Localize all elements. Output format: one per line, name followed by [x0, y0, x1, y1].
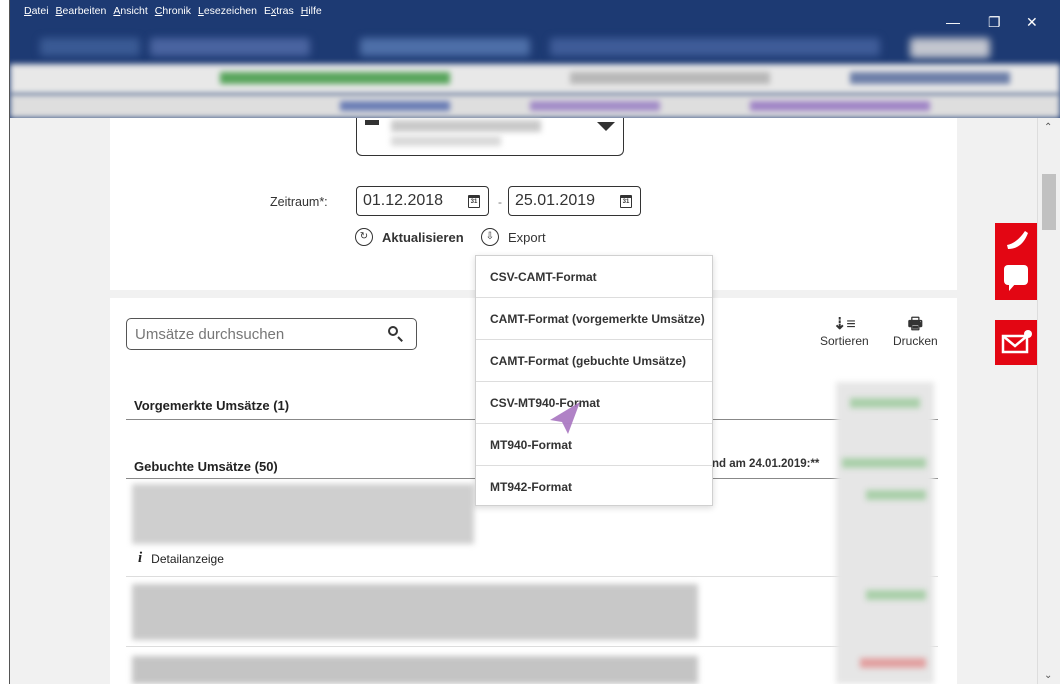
sort-label: Sortieren: [820, 334, 869, 348]
balance-date-text: nd am 24.01.2019:**: [712, 458, 820, 470]
menu-ansicht[interactable]: Ansicht: [113, 5, 147, 17]
amount-redacted: [866, 590, 926, 600]
sort-icon: ⇣≡: [832, 316, 856, 333]
amount-redacted: [860, 658, 926, 668]
account-select[interactable]: [356, 118, 624, 156]
from-date-field[interactable]: 01.12.2018 31: [356, 186, 489, 216]
tab-blur: [360, 38, 530, 56]
menu-item-mt942[interactable]: MT942-Format: [476, 466, 712, 508]
chevron-down-icon: [597, 122, 615, 131]
menu-chronik[interactable]: Chronik: [155, 5, 191, 17]
menu-item-csv-mt940[interactable]: CSV-MT940-Format: [476, 382, 712, 424]
calendar-icon[interactable]: 31: [620, 194, 632, 208]
tab-blur: [910, 38, 990, 58]
tab-blur: [550, 38, 880, 56]
menu-item-camt-pending[interactable]: CAMT-Format (vorgemerkte Umsätze): [476, 298, 712, 340]
search-icon[interactable]: [386, 324, 406, 344]
address-bar[interactable]: [10, 64, 1060, 94]
amount-redacted: [842, 458, 926, 468]
menu-datei[interactable]: Datei: [24, 5, 49, 17]
detail-link[interactable]: i Detailanzeige: [138, 550, 224, 567]
mail-icon: [1001, 330, 1032, 354]
divider: [126, 576, 938, 577]
account-number-redacted: [391, 136, 501, 146]
tab-blur: [150, 38, 310, 56]
print-button[interactable]: 🖶 Drucken: [893, 316, 938, 348]
transaction-redacted: [132, 484, 474, 544]
amounts-column-redacted: [836, 382, 934, 684]
pending-section-title: Vorgemerkte Umsätze (1): [134, 398, 290, 413]
info-icon: i: [138, 550, 143, 566]
minimize-button[interactable]: —: [946, 14, 960, 30]
tab-blur: [40, 38, 140, 56]
transaction-redacted: [132, 584, 698, 640]
to-date-field[interactable]: 25.01.2019 31: [508, 186, 641, 216]
menu-bearbeiten[interactable]: Bearbeiten: [56, 5, 107, 17]
contact-button[interactable]: [995, 223, 1037, 300]
menu-item-camt-booked[interactable]: CAMT-Format (gebuchte Umsätze): [476, 340, 712, 382]
transaction-redacted: [132, 656, 698, 684]
search-field[interactable]: [126, 318, 417, 350]
mouse-pointer-icon: [550, 402, 580, 434]
scroll-down-icon[interactable]: ⌄: [1044, 670, 1052, 681]
scroll-thumb[interactable]: [1042, 174, 1056, 230]
calendar-icon[interactable]: 31: [468, 194, 480, 208]
mail-button[interactable]: [995, 320, 1037, 365]
menu-item-mt940[interactable]: MT940-Format: [476, 424, 712, 466]
search-input[interactable]: [133, 324, 386, 344]
menu-lesezeichen[interactable]: Lesezeichen: [198, 5, 257, 17]
date-separator: -: [498, 195, 502, 209]
page-scrollbar[interactable]: ⌃ ⌄: [1037, 118, 1060, 684]
amount-redacted: [866, 490, 926, 500]
to-date-value: 25.01.2019: [515, 192, 596, 209]
bookmarks-bar: [10, 94, 1060, 118]
phone-icon: [1004, 231, 1028, 291]
export-label: Export: [508, 229, 546, 245]
browser-chrome: Datei Bearbeiten Ansicht Chronik Lesezei…: [10, 0, 1060, 118]
print-label: Drucken: [893, 334, 938, 348]
restore-button[interactable]: ❐: [988, 14, 1001, 31]
menu-extras[interactable]: Extras: [264, 5, 294, 17]
scroll-up-icon[interactable]: ⌃: [1044, 122, 1052, 133]
zeitraum-label: Zeitraum*:: [270, 195, 328, 209]
export-format-menu: CSV-CAMT-Format CAMT-Format (vorgemerkte…: [475, 255, 713, 506]
refresh-link[interactable]: ↻ Aktualisieren: [355, 228, 464, 246]
from-date-value: 01.12.2018: [363, 192, 444, 209]
export-link[interactable]: ⇩ Export: [481, 228, 546, 246]
menu-item-csv-camt[interactable]: CSV-CAMT-Format: [476, 256, 712, 298]
menu-hilfe[interactable]: Hilfe: [301, 5, 322, 17]
printer-icon: 🖶: [907, 316, 923, 333]
amount-redacted: [850, 398, 920, 408]
account-icon: [365, 120, 379, 125]
refresh-icon: ↻: [355, 228, 373, 246]
sort-button[interactable]: ⇣≡ Sortieren: [820, 316, 869, 348]
account-name-redacted: [391, 120, 541, 132]
close-button[interactable]: ✕: [1026, 14, 1038, 31]
menu-bar: Datei Bearbeiten Ansicht Chronik Lesezei…: [10, 0, 322, 22]
detail-label: Detailanzeige: [151, 551, 224, 566]
divider: [126, 646, 938, 647]
booked-section-title: Gebuchte Umsätze (50): [134, 459, 278, 474]
download-icon: ⇩: [481, 228, 499, 246]
refresh-label: Aktualisieren: [382, 229, 464, 245]
outer-frame: [0, 0, 10, 684]
